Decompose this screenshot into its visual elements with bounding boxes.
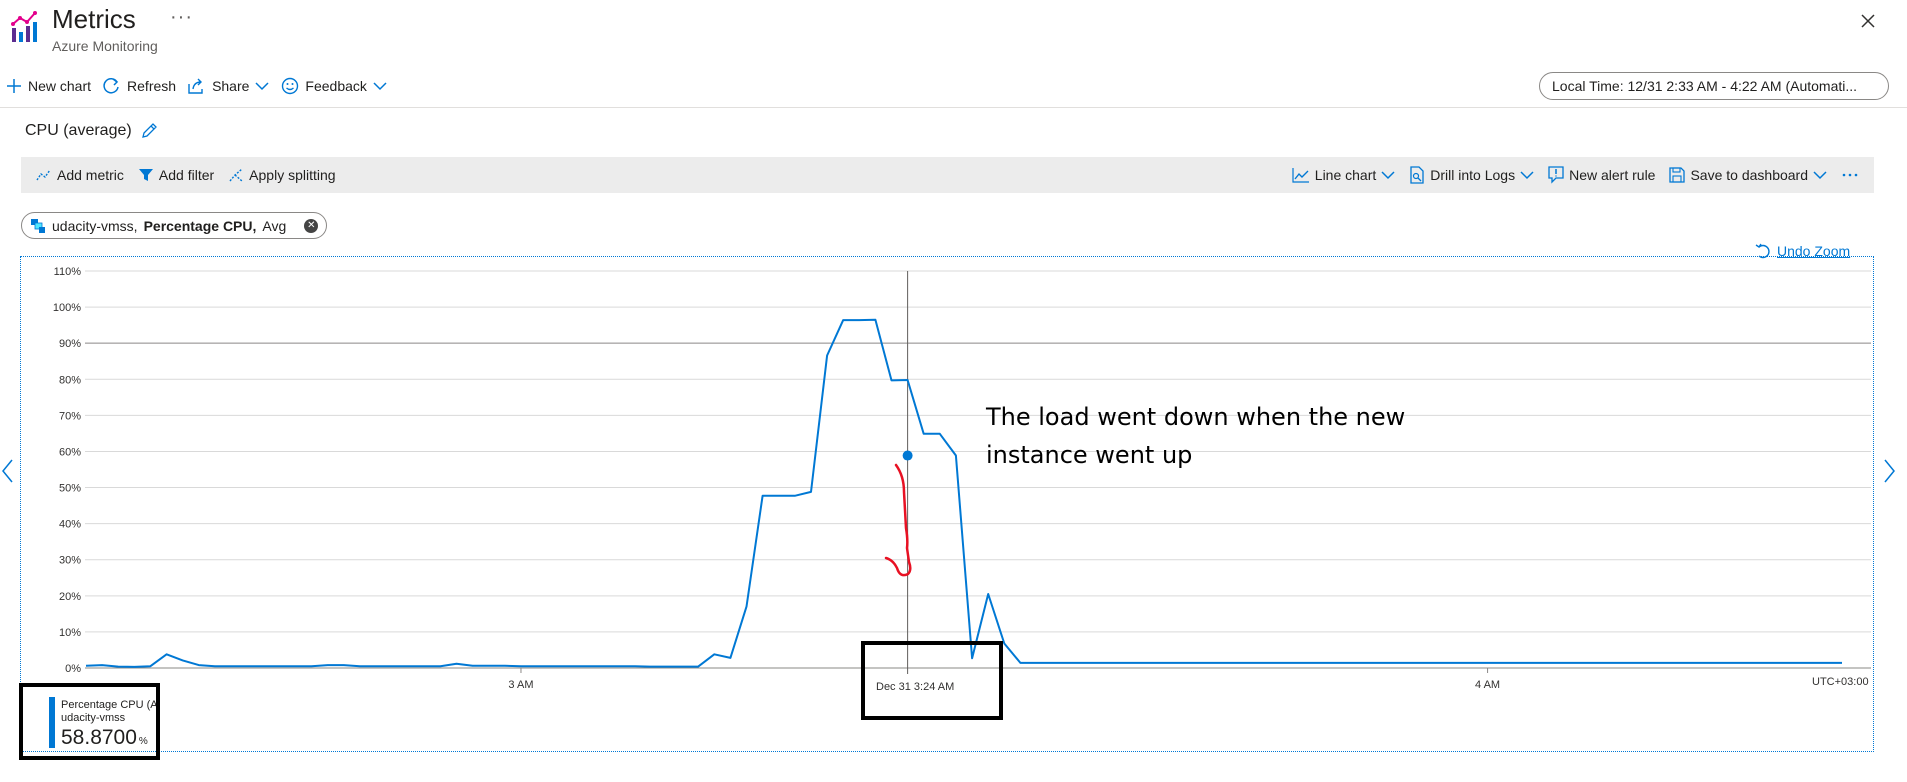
feedback-label: Feedback <box>305 78 367 94</box>
metrics-app-icon <box>11 11 37 42</box>
y-tick-label: 0% <box>65 663 81 675</box>
filter-icon <box>138 169 153 181</box>
more-options-button[interactable] <box>1834 172 1866 178</box>
time-range-picker[interactable]: Local Time: 12/31 2:33 AM - 4:22 AM (Aut… <box>1539 72 1889 100</box>
chart-toolbar: Add metric Add filter Apply splitting Li… <box>21 157 1874 193</box>
chevron-down-icon <box>255 82 269 91</box>
refresh-icon <box>103 78 119 94</box>
chart-title: CPU (average) <box>25 122 158 140</box>
metric-name: Percentage CPU, <box>143 217 257 234</box>
x-tick-label: 3 AM <box>508 679 533 691</box>
chart-title-text: CPU (average) <box>25 122 132 139</box>
drill-into-logs-button[interactable]: Drill into Logs <box>1402 166 1541 184</box>
line-chart-icon <box>1292 168 1309 183</box>
refresh-label: Refresh <box>127 78 177 94</box>
highlighted-data-point <box>902 450 913 461</box>
alert-icon <box>1548 166 1564 184</box>
legend-value-unit: % <box>138 736 148 747</box>
annotation-text: The load went down when the new instance… <box>986 403 1406 469</box>
y-tick-label: 10% <box>59 627 81 639</box>
line-chart-button[interactable]: Line chart <box>1285 167 1402 183</box>
ellipsis-icon <box>1842 173 1858 177</box>
add-filter-button[interactable]: Add filter <box>131 167 221 183</box>
header-divider <box>0 107 1907 108</box>
close-icon <box>1861 14 1875 28</box>
y-tick-label: 50% <box>59 483 81 495</box>
legend-value-number: 58.8700 <box>61 726 137 749</box>
plus-icon <box>7 79 21 93</box>
series-line-percentage-cpu <box>85 318 1842 668</box>
save-to-dashboard-label: Save to dashboard <box>1690 167 1808 183</box>
y-tick-label: 110% <box>54 266 82 278</box>
add-filter-label: Add filter <box>158 167 215 183</box>
add-metric-label: Add metric <box>57 167 124 183</box>
logs-icon <box>1410 166 1424 184</box>
y-tick-label: 90% <box>59 338 81 350</box>
chevron-down-icon <box>1813 171 1827 180</box>
legend-color-bar <box>49 697 55 748</box>
line-chart-label: Line chart <box>1314 167 1377 183</box>
refresh-button[interactable]: Refresh <box>97 77 182 95</box>
vmss-resource-icon <box>31 218 45 233</box>
cursor-time-label: Dec 31 3:24 AM <box>876 681 955 693</box>
y-tick-label: 70% <box>59 410 81 422</box>
legend-series-name[interactable]: Percentage CPU (Avg) <box>61 699 156 711</box>
share-button[interactable]: Share <box>182 78 275 94</box>
page-subtitle: Azure Monitoring <box>52 38 158 54</box>
chevron-left-icon[interactable] <box>0 458 16 484</box>
drill-into-logs-label: Drill into Logs <box>1430 167 1516 183</box>
chevron-down-icon <box>1381 171 1395 180</box>
more-options-icon[interactable]: ··· <box>170 6 193 29</box>
x-tick-label: 4 AM <box>1475 679 1500 691</box>
timezone-label: UTC+03:00 <box>1812 676 1869 688</box>
chevron-down-icon <box>1520 171 1534 180</box>
new-chart-button[interactable]: New chart <box>0 78 97 94</box>
y-tick-label: 40% <box>59 519 81 531</box>
legend-resource: udacity-vmss <box>61 712 126 724</box>
chevron-right-icon[interactable] <box>1881 458 1897 484</box>
new-alert-rule-label: New alert rule <box>1569 167 1656 183</box>
new-chart-label: New chart <box>28 78 92 94</box>
apply-splitting-button[interactable]: Apply splitting <box>221 167 342 183</box>
share-icon <box>188 78 203 94</box>
command-bar: New chart Refresh Share Feedback <box>0 72 393 100</box>
save-icon <box>1669 167 1686 183</box>
save-to-dashboard-button[interactable]: Save to dashboard <box>1662 167 1834 183</box>
feedback-button[interactable]: Feedback <box>275 77 392 95</box>
add-metric-icon <box>36 169 51 181</box>
metric-pill[interactable]: udacity-vmss, Percentage CPU, Avg ✕ <box>21 212 328 239</box>
edit-pencil-icon[interactable] <box>140 122 158 140</box>
metric-aggregation: Avg <box>262 217 287 234</box>
y-tick-label: 30% <box>59 555 81 567</box>
add-metric-button[interactable]: Add metric <box>29 167 131 183</box>
new-alert-rule-button[interactable]: New alert rule <box>1541 166 1662 184</box>
page-title: Metrics <box>52 4 136 34</box>
splitting-icon <box>229 168 243 182</box>
y-tick-label: 80% <box>59 374 81 386</box>
chevron-down-icon <box>373 82 387 91</box>
smiley-icon <box>282 77 299 95</box>
apply-splitting-label: Apply splitting <box>249 167 336 183</box>
legend-value: 58.8700% <box>61 726 148 750</box>
y-tick-label: 60% <box>59 446 81 458</box>
close-button[interactable] <box>1853 6 1883 36</box>
share-label: Share <box>212 78 250 94</box>
metric-resource: udacity-vmss, <box>52 217 138 234</box>
remove-metric-button[interactable]: ✕ <box>304 218 319 233</box>
y-tick-label: 100% <box>53 302 81 314</box>
y-tick-label: 20% <box>59 591 81 603</box>
red-annotation-stroke <box>884 463 912 577</box>
